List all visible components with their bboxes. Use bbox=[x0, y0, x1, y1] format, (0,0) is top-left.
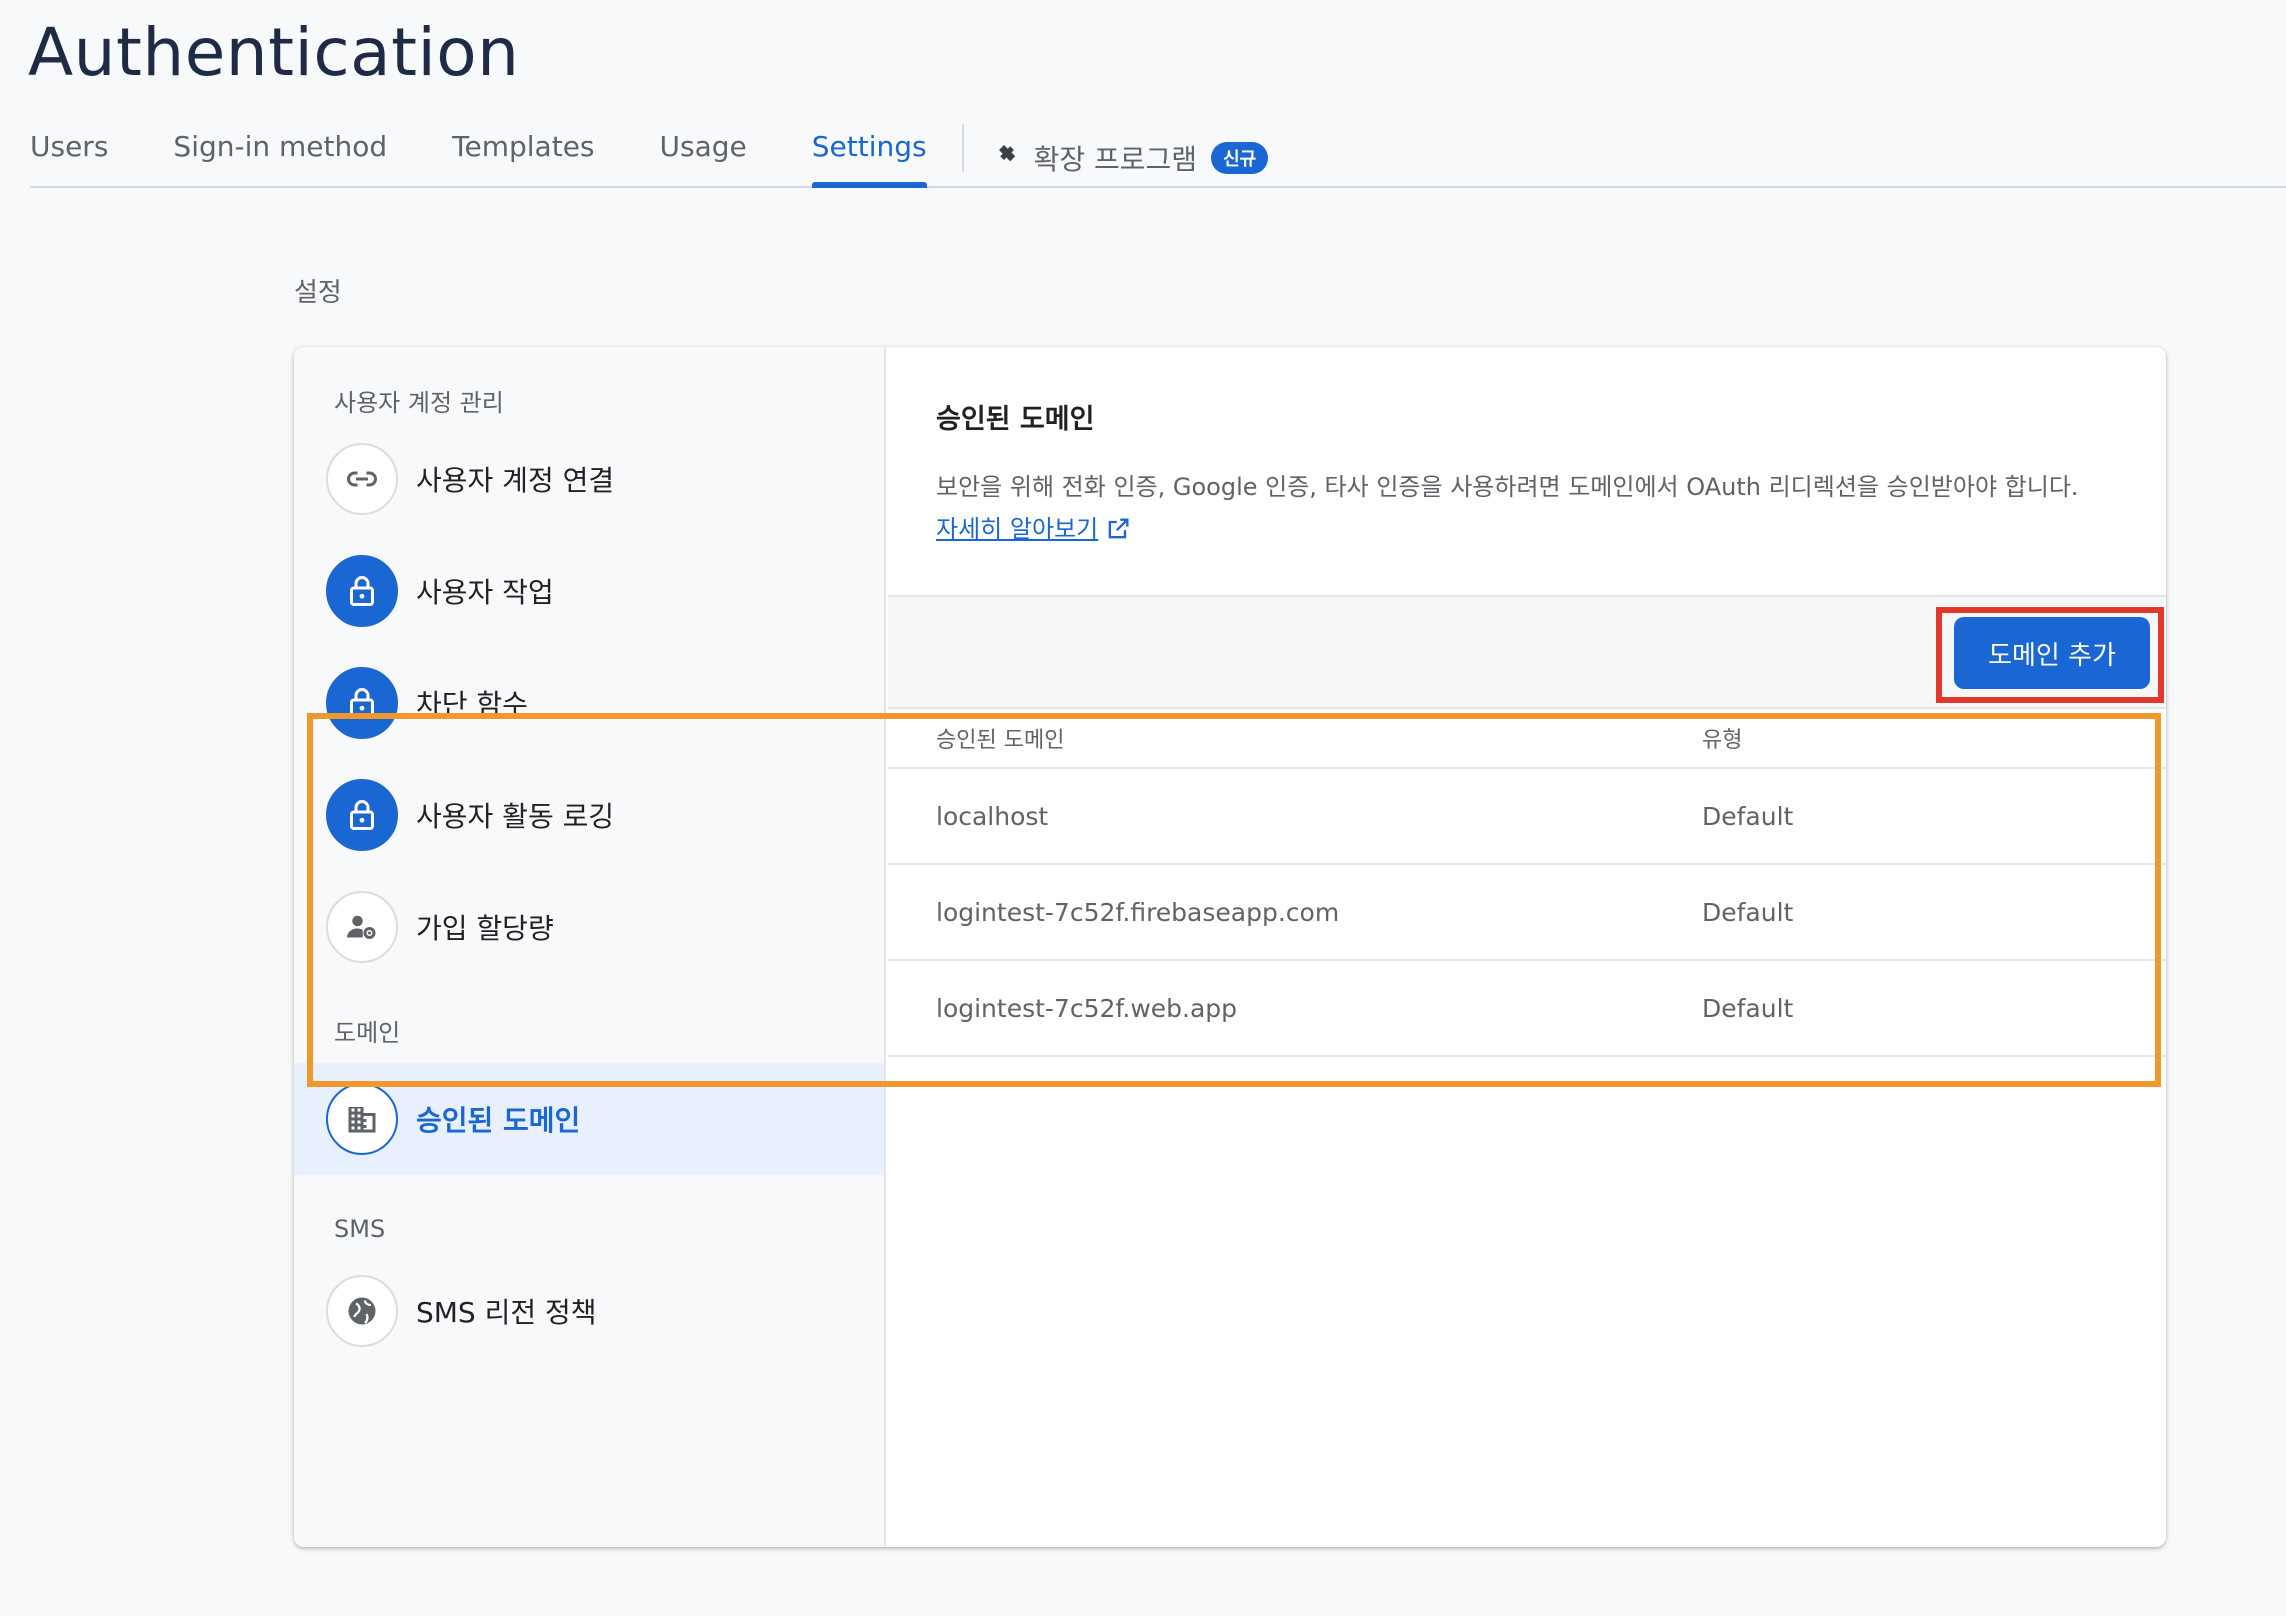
extension-icon bbox=[994, 140, 1024, 177]
external-link-icon bbox=[1108, 518, 1129, 539]
sidebar-group-title: 도메인 bbox=[334, 1019, 401, 1047]
domain-cell: localhost bbox=[936, 801, 1049, 831]
sidebar-item-user-actions[interactable]: 사용자 작업 bbox=[294, 535, 884, 647]
page-title: Authentication bbox=[28, 14, 520, 91]
table-header-row: 승인된 도메인 유형 bbox=[888, 709, 2166, 769]
new-badge: 신규 bbox=[1211, 142, 1269, 174]
panel-title: 승인된 도메인 bbox=[936, 404, 1095, 435]
sidebar-item-activity-logging[interactable]: 사용자 활동 로깅 bbox=[294, 759, 884, 871]
column-header-type[interactable]: 유형 bbox=[1702, 722, 2166, 754]
type-cell: Default bbox=[1702, 993, 1794, 1023]
sidebar-item-account-linking[interactable]: 사용자 계정 연결 bbox=[294, 423, 884, 535]
tab-sign-in-method[interactable]: Sign-in method bbox=[173, 118, 387, 186]
lock-icon bbox=[326, 779, 398, 851]
add-domain-button[interactable]: 도메인 추가 bbox=[1954, 617, 2150, 689]
globe-icon bbox=[326, 1275, 398, 1347]
sidebar-item-sms-region-policy[interactable]: SMS 리전 정책 bbox=[294, 1255, 884, 1367]
sidebar-item-label: 사용자 작업 bbox=[416, 576, 554, 609]
learn-more-link[interactable]: 자세히 알아보기 bbox=[936, 508, 1132, 550]
sidebar-group-title: 사용자 계정 관리 bbox=[334, 389, 504, 417]
tab-usage[interactable]: Usage bbox=[660, 118, 747, 186]
tab-divider bbox=[961, 124, 964, 172]
sidebar-item-label: 사용자 활동 로깅 bbox=[416, 800, 615, 833]
table-row[interactable]: localhost Default bbox=[888, 769, 2166, 865]
description-text: 보안을 위해 전화 인증, Google 인증, 타사 인증을 사용하려면 도메… bbox=[936, 473, 2079, 501]
sidebar-item-signup-quota[interactable]: 가입 할당량 bbox=[294, 871, 884, 983]
lock-icon bbox=[326, 667, 398, 739]
sidebar-item-label: 사용자 계정 연결 bbox=[416, 464, 615, 497]
authorized-domains-panel: 승인된 도메인 보안을 위해 전화 인증, Google 인증, 타사 인증을 … bbox=[888, 347, 2166, 1547]
sidebar-group-title: SMS bbox=[334, 1215, 386, 1243]
sidebar-item-label: SMS 리전 정책 bbox=[416, 1296, 597, 1329]
sidebar-item-label: 차단 함수 bbox=[416, 688, 528, 721]
sidebar-item-authorized-domains[interactable]: 승인된 도메인 bbox=[294, 1063, 884, 1175]
lock-icon bbox=[326, 555, 398, 627]
panel-header: 승인된 도메인 보안을 위해 전화 인증, Google 인증, 타사 인증을 … bbox=[888, 347, 2166, 597]
link-icon bbox=[326, 443, 398, 515]
domain-cell: logintest-7c52f.firebaseapp.com bbox=[936, 897, 1340, 927]
tab-extensions[interactable]: 확장 프로그램 신규 bbox=[994, 118, 1269, 186]
settings-sidebar: 사용자 계정 관리 사용자 계정 연결 사용자 작업 차단 함수 사용자 활동 … bbox=[294, 347, 886, 1547]
type-cell: Default bbox=[1702, 801, 1794, 831]
section-label: 설정 bbox=[294, 278, 342, 308]
table-row[interactable]: logintest-7c52f.web.app Default bbox=[888, 961, 2166, 1057]
domains-table: 승인된 도메인 유형 localhost Default logintest-7… bbox=[888, 709, 2166, 1057]
type-cell: Default bbox=[1702, 897, 1794, 927]
panel-description: 보안을 위해 전화 인증, Google 인증, 타사 인증을 사용하려면 도메… bbox=[936, 466, 2118, 550]
sidebar-item-label: 가입 할당량 bbox=[416, 912, 554, 945]
sidebar-item-blocking-functions[interactable]: 차단 함수 bbox=[294, 647, 884, 759]
domain-cell: logintest-7c52f.web.app bbox=[936, 993, 1238, 1023]
tab-bar: Users Sign-in method Templates Usage Set… bbox=[30, 118, 2286, 188]
settings-card: 사용자 계정 관리 사용자 계정 연결 사용자 작업 차단 함수 사용자 활동 … bbox=[294, 347, 2166, 1547]
user-settings-icon bbox=[326, 891, 398, 963]
table-toolbar: 도메인 추가 bbox=[888, 597, 2166, 709]
tab-settings[interactable]: Settings bbox=[811, 118, 927, 188]
table-row[interactable]: logintest-7c52f.firebaseapp.com Default bbox=[888, 865, 2166, 961]
tab-extensions-label: 확장 프로그램 bbox=[1033, 143, 1198, 176]
learn-more-label: 자세히 알아보기 bbox=[936, 515, 1099, 543]
tab-templates[interactable]: Templates bbox=[452, 118, 594, 186]
building-icon bbox=[326, 1083, 398, 1155]
tab-users[interactable]: Users bbox=[30, 118, 108, 186]
column-header-domain[interactable]: 승인된 도메인 bbox=[936, 722, 1702, 754]
sidebar-item-label: 승인된 도메인 bbox=[416, 1104, 581, 1137]
